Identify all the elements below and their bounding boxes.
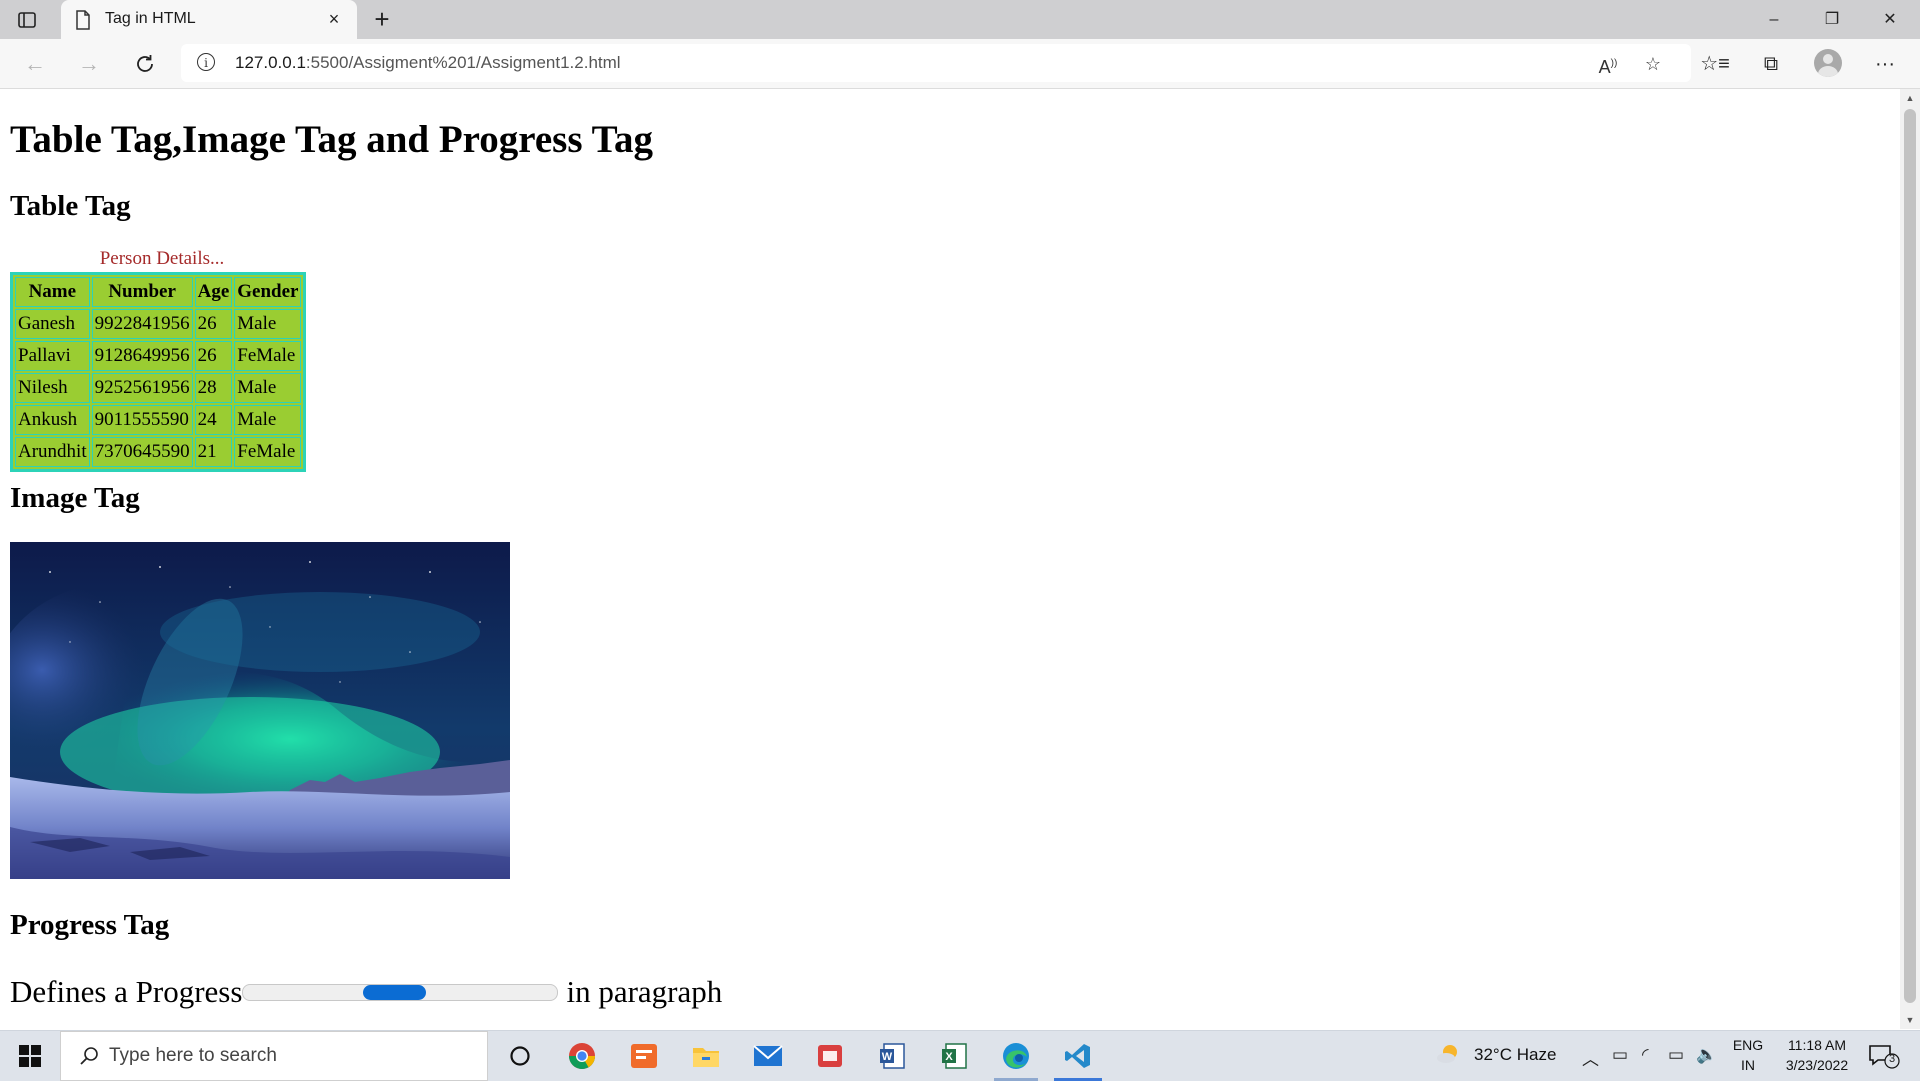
taskbar-search-box[interactable]: Type here to search <box>60 1031 488 1081</box>
notification-count: 3 <box>1888 1053 1896 1065</box>
windows-start-icon[interactable] <box>0 1031 60 1081</box>
back-arrow-icon[interactable]: ← <box>20 49 50 79</box>
progress-indicator <box>362 984 426 1000</box>
table-caption: Person Details... <box>99 248 225 269</box>
page-viewport: Table Tag,Image Tag and Progress Tag Tab… <box>0 89 1900 1029</box>
favorites-icon[interactable]: ☆≡ <box>1700 49 1730 79</box>
office-app-icon[interactable] <box>802 1031 858 1081</box>
progress-text-before: Defines a Progress <box>10 974 243 1009</box>
volume-icon[interactable]: 🔈 <box>1696 1045 1717 1065</box>
page-title: Table Tag,Image Tag and Progress Tag <box>10 118 654 161</box>
site-info-icon[interactable]: i <box>197 53 215 71</box>
table-row: Nilesh 9252561956 28 Male <box>15 373 302 403</box>
cell-name: Ankush <box>15 405 90 435</box>
cell-age: 26 <box>194 309 233 339</box>
cell-number: 9128649956 <box>91 341 193 371</box>
table-tag-heading: Table Tag <box>10 190 131 222</box>
browser-tab-bar: Tag in HTML × + – ❐ ✕ <box>0 0 1920 39</box>
cell-gender: Male <box>234 309 302 339</box>
language-indicator[interactable]: ENG IN <box>1730 1035 1766 1075</box>
url-text[interactable]: 127.0.0.1:5500/Assigment%201/Assigment1.… <box>235 53 621 73</box>
cell-age: 24 <box>194 405 233 435</box>
show-hidden-icons-chevron-icon[interactable]: ︿ <box>1582 1045 1599 1070</box>
cell-age: 21 <box>194 437 233 467</box>
column-header-gender: Gender <box>234 277 302 307</box>
column-header-age: Age <box>194 277 233 307</box>
scroll-down-arrow-icon[interactable]: ▼ <box>1900 1015 1920 1025</box>
cell-age: 28 <box>194 373 233 403</box>
progress-paragraph: Defines a Progress in paragraph <box>10 974 722 1010</box>
excel-icon[interactable]: X <box>926 1031 982 1081</box>
forward-arrow-icon[interactable]: → <box>74 49 104 79</box>
refresh-icon[interactable] <box>130 49 160 79</box>
search-icon <box>79 1046 99 1066</box>
mail-icon[interactable] <box>740 1031 796 1081</box>
maximize-button[interactable]: ❐ <box>1804 0 1860 39</box>
address-bar[interactable]: i 127.0.0.1:5500/Assigment%201/Assigment… <box>181 44 1691 82</box>
progress-tag-heading: Progress Tag <box>10 909 170 941</box>
cell-number: 9252561956 <box>91 373 193 403</box>
chrome-icon[interactable] <box>554 1031 610 1081</box>
notification-center-icon[interactable]: 3 <box>1868 1043 1900 1074</box>
tab-close-button[interactable]: × <box>323 8 345 30</box>
collections-icon[interactable]: ⧉ <box>1756 49 1786 79</box>
word-icon[interactable]: W <box>864 1031 920 1081</box>
minimize-button[interactable]: – <box>1746 0 1802 39</box>
profile-avatar[interactable] <box>1814 49 1842 77</box>
progress-bar <box>242 983 559 1001</box>
svg-text:X: X <box>945 1051 953 1063</box>
cortana-icon[interactable] <box>492 1031 548 1081</box>
table-row: Pallavi 9128649956 26 FeMale <box>15 341 302 371</box>
edge-icon[interactable] <box>988 1031 1044 1081</box>
vscode-icon[interactable] <box>1050 1031 1106 1081</box>
table-row: Ankush 9011555590 24 Male <box>15 405 302 435</box>
cell-age: 26 <box>194 341 233 371</box>
meet-now-icon[interactable]: ▭ <box>1612 1045 1628 1065</box>
close-window-button[interactable]: ✕ <box>1862 0 1918 39</box>
cell-gender: Male <box>234 405 302 435</box>
add-favorite-star-icon[interactable]: ☆ <box>1641 52 1665 76</box>
browser-toolbar: ← → i 127.0.0.1:5500/Assigment%201/Assig… <box>0 39 1920 89</box>
cell-name: Arundhit <box>15 437 90 467</box>
cell-gender: FeMale <box>234 341 302 371</box>
clock[interactable]: 11:18 AM 3/23/2022 <box>1772 1035 1862 1075</box>
table-row: Ganesh 9922841956 26 Male <box>15 309 302 339</box>
aurora-image <box>10 542 510 879</box>
column-header-name: Name <box>15 277 90 307</box>
image-tag-heading: Image Tag <box>10 482 140 514</box>
windows-taskbar: Type here to search W X 32°C Haze ︿ ▭ ◜ … <box>0 1030 1920 1081</box>
cell-gender: FeMale <box>234 437 302 467</box>
tab-title: Tag in HTML <box>105 10 196 27</box>
tab-actions-icon[interactable] <box>14 9 40 31</box>
new-tab-button[interactable]: + <box>368 5 396 33</box>
read-aloud-icon[interactable]: A)) <box>1596 52 1620 77</box>
scroll-up-arrow-icon[interactable]: ▲ <box>1900 93 1920 103</box>
progress-text-after: in paragraph <box>566 974 723 1009</box>
vertical-scrollbar[interactable]: ▲ ▼ <box>1900 89 1920 1029</box>
browser-tab-active[interactable]: Tag in HTML × <box>61 0 357 39</box>
weather-text[interactable]: 32°C Haze <box>1474 1045 1556 1065</box>
weather-icon[interactable] <box>1436 1043 1462 1070</box>
battery-icon[interactable]: ▭ <box>1668 1045 1684 1065</box>
file-explorer-icon[interactable] <box>678 1031 734 1081</box>
column-header-number: Number <box>91 277 193 307</box>
task-app-icon[interactable] <box>616 1031 672 1081</box>
cell-number: 9922841956 <box>91 309 193 339</box>
cell-number: 9011555590 <box>91 405 193 435</box>
scrollbar-thumb[interactable] <box>1904 109 1916 1003</box>
cell-gender: Male <box>234 373 302 403</box>
table-header-row: Name Number Age Gender <box>15 277 302 307</box>
cell-name: Pallavi <box>15 341 90 371</box>
page-icon <box>75 10 93 30</box>
person-details-table: Name Number Age Gender Ganesh 9922841956… <box>10 272 307 472</box>
cell-name: Nilesh <box>15 373 90 403</box>
more-options-icon[interactable]: ··· <box>1870 49 1900 79</box>
cell-name: Ganesh <box>15 309 90 339</box>
cell-number: 7370645590 <box>91 437 193 467</box>
svg-text:W: W <box>882 1051 893 1063</box>
table-row: Arundhit 7370645590 21 FeMale <box>15 437 302 467</box>
search-placeholder: Type here to search <box>109 1045 277 1066</box>
network-icon[interactable]: ◜ <box>1642 1045 1649 1065</box>
